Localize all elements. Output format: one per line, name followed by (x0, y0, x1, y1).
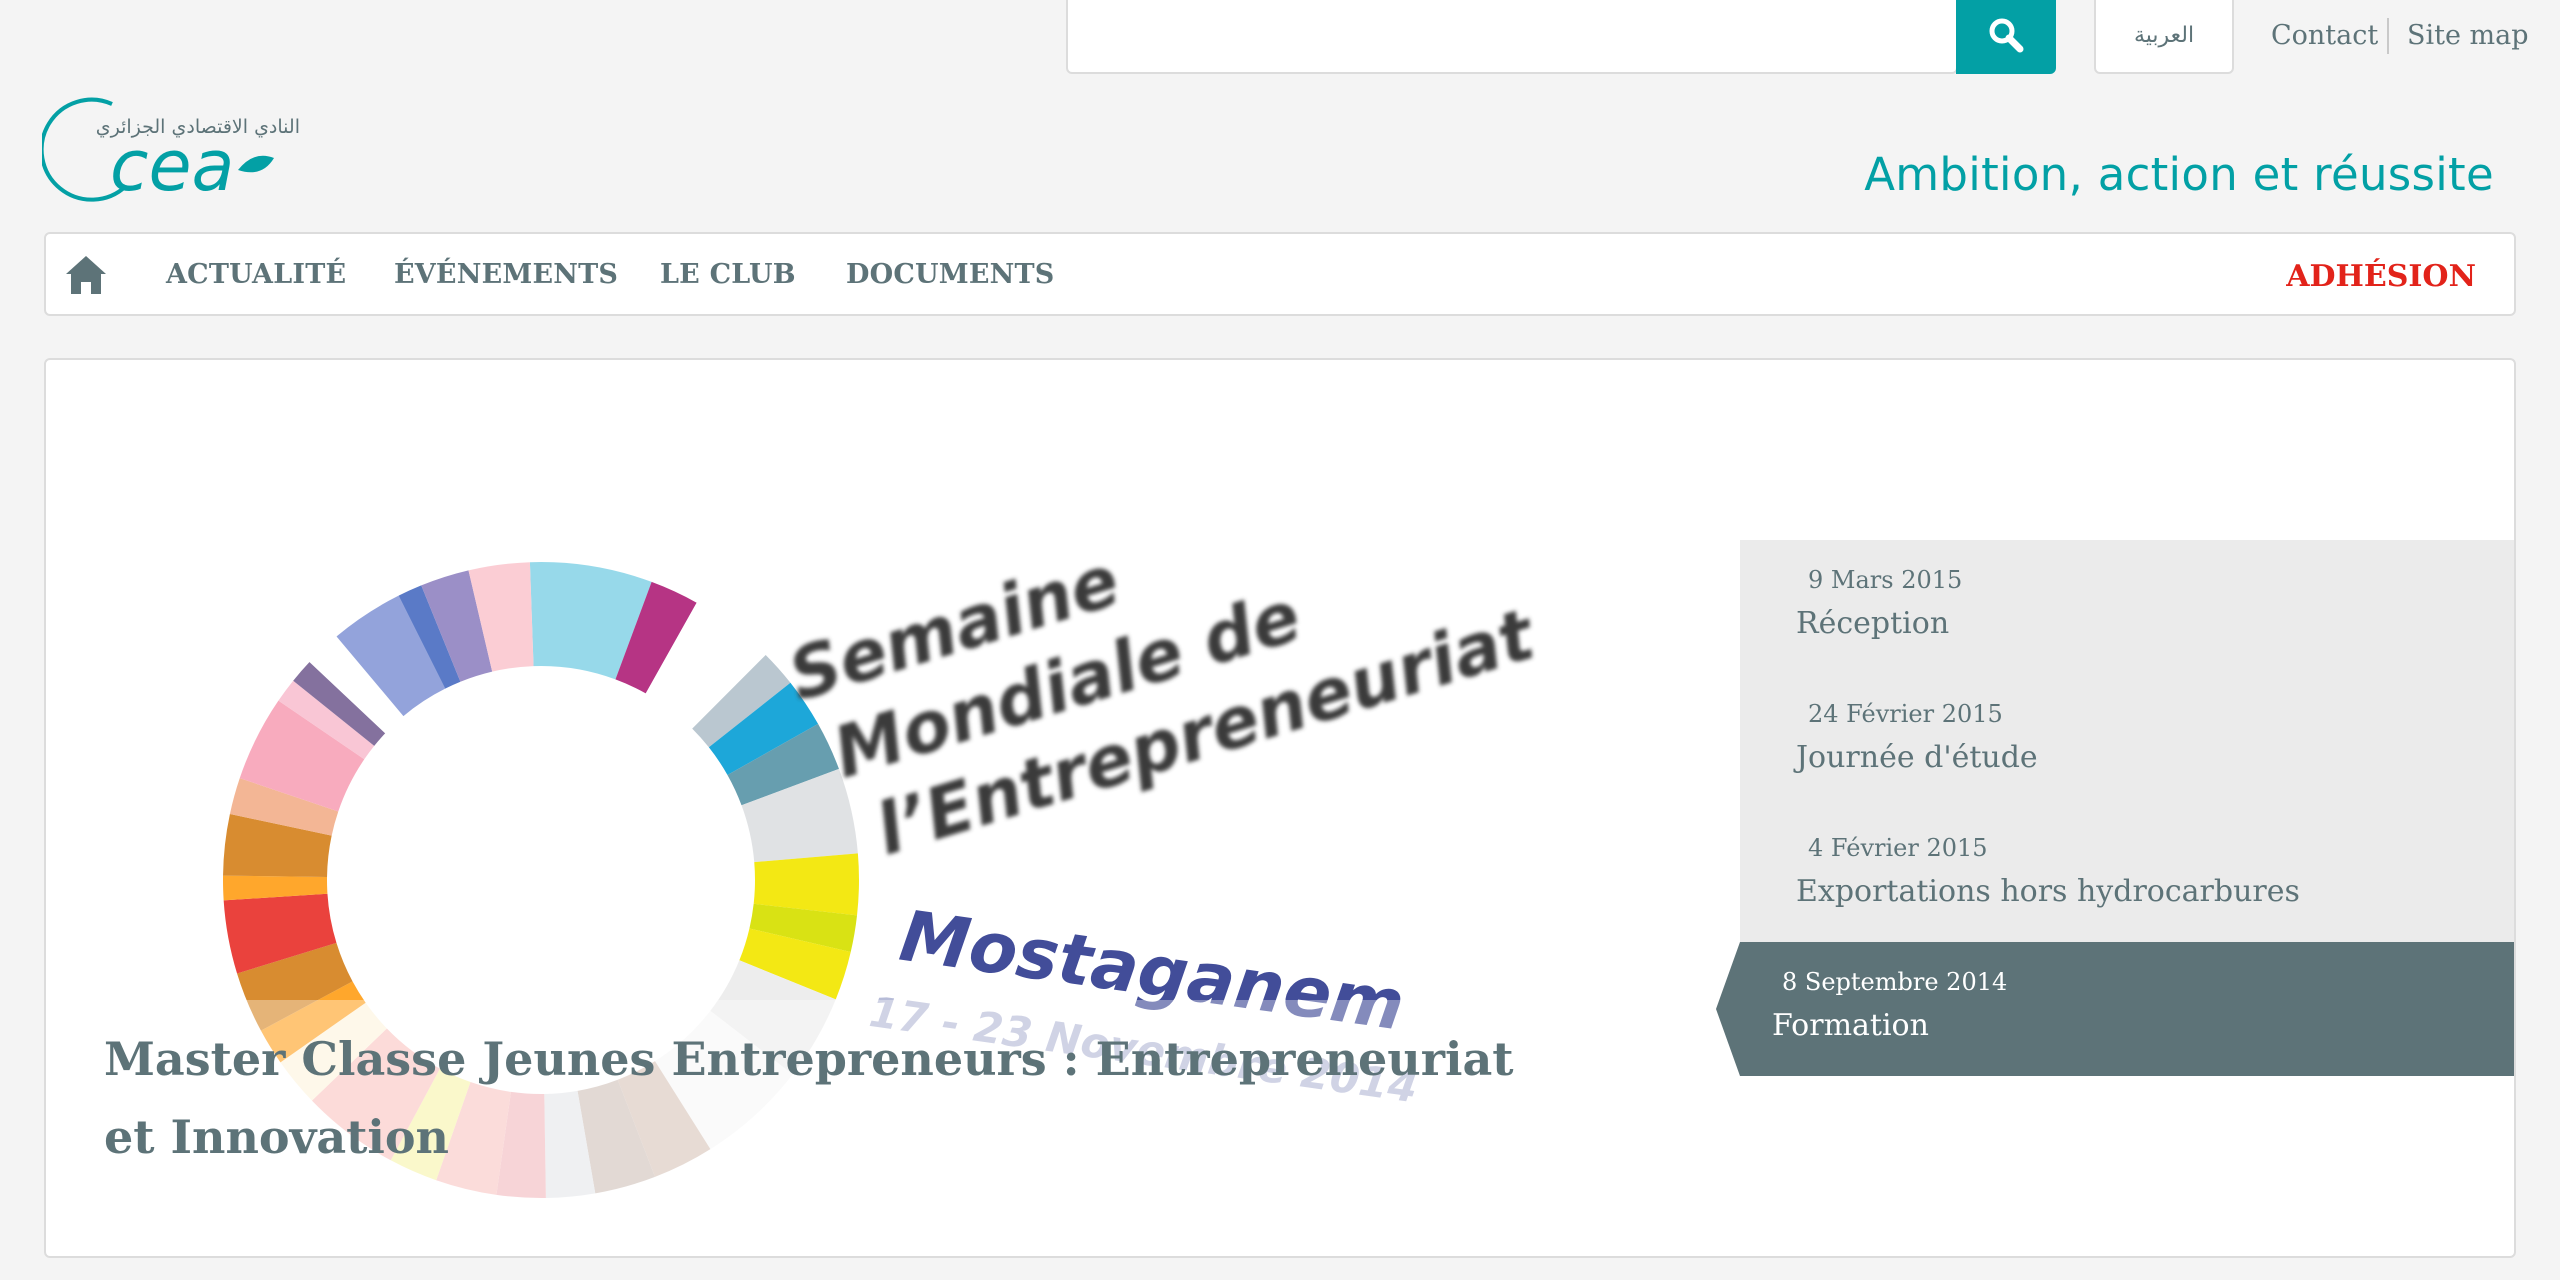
featured-panel: Semaine Mondiale de l’Entrepreneuriat Mo… (44, 358, 2516, 1258)
nav-item-actualite[interactable]: ACTUALITÉ (166, 259, 346, 290)
hero-title[interactable]: Master Classe Jeunes Entrepreneurs : Ent… (104, 1020, 1524, 1176)
nav-item-documents[interactable]: DOCUMENTS (846, 259, 1055, 290)
logo-mark: cea (42, 97, 274, 204)
search-button[interactable] (1956, 0, 2056, 74)
event-title: Journée d'étude (1796, 740, 2038, 775)
search-input[interactable] (1068, 0, 1956, 72)
site-map-link[interactable]: Site map (2407, 20, 2529, 51)
hero-slide[interactable]: Semaine Mondiale de l’Entrepreneuriat Mo… (46, 360, 1746, 1256)
logo-arabic-text: النادي الاقتصادي الجزائري (95, 116, 300, 138)
event-list: 9 Mars 2015 Réception 24 Février 2015 Jo… (1740, 540, 2514, 942)
event-date: 8 Septembre 2014 (1782, 968, 2008, 996)
event-date: 24 Février 2015 (1808, 700, 2003, 728)
top-links-divider (2387, 18, 2389, 54)
contact-link[interactable]: Contact (2271, 20, 2378, 51)
event-item[interactable]: 4 Février 2015 Exportations hors hydroca… (1740, 808, 2514, 942)
language-button[interactable]: العربية (2094, 0, 2234, 74)
event-title: Réception (1796, 606, 1950, 641)
nav-item-adhesion[interactable]: ADHÉSION (2286, 259, 2476, 294)
event-date: 9 Mars 2015 (1808, 566, 1963, 594)
event-title: Formation (1772, 1008, 1929, 1043)
main-nav: ACTUALITÉ ÉVÉNEMENTS LE CLUB DOCUMENTS A… (44, 232, 2516, 316)
event-date: 4 Février 2015 (1808, 834, 1988, 862)
search-icon (1989, 18, 2024, 53)
home-icon[interactable] (64, 254, 108, 296)
event-item-active[interactable]: 8 Septembre 2014 Formation (1716, 942, 2514, 1076)
tagline: Ambition, action et réussite (1864, 148, 2494, 201)
nav-item-evenements[interactable]: ÉVÉNEMENTS (394, 259, 618, 290)
event-item[interactable]: 9 Mars 2015 Réception (1740, 540, 2514, 674)
active-event-arrow (1716, 942, 1740, 1076)
event-item[interactable]: 24 Février 2015 Journée d'étude (1740, 674, 2514, 808)
nav-item-le-club[interactable]: LE CLUB (660, 259, 796, 290)
event-title: Exportations hors hydrocarbures (1796, 874, 2300, 909)
search-box[interactable] (1066, 0, 1958, 74)
